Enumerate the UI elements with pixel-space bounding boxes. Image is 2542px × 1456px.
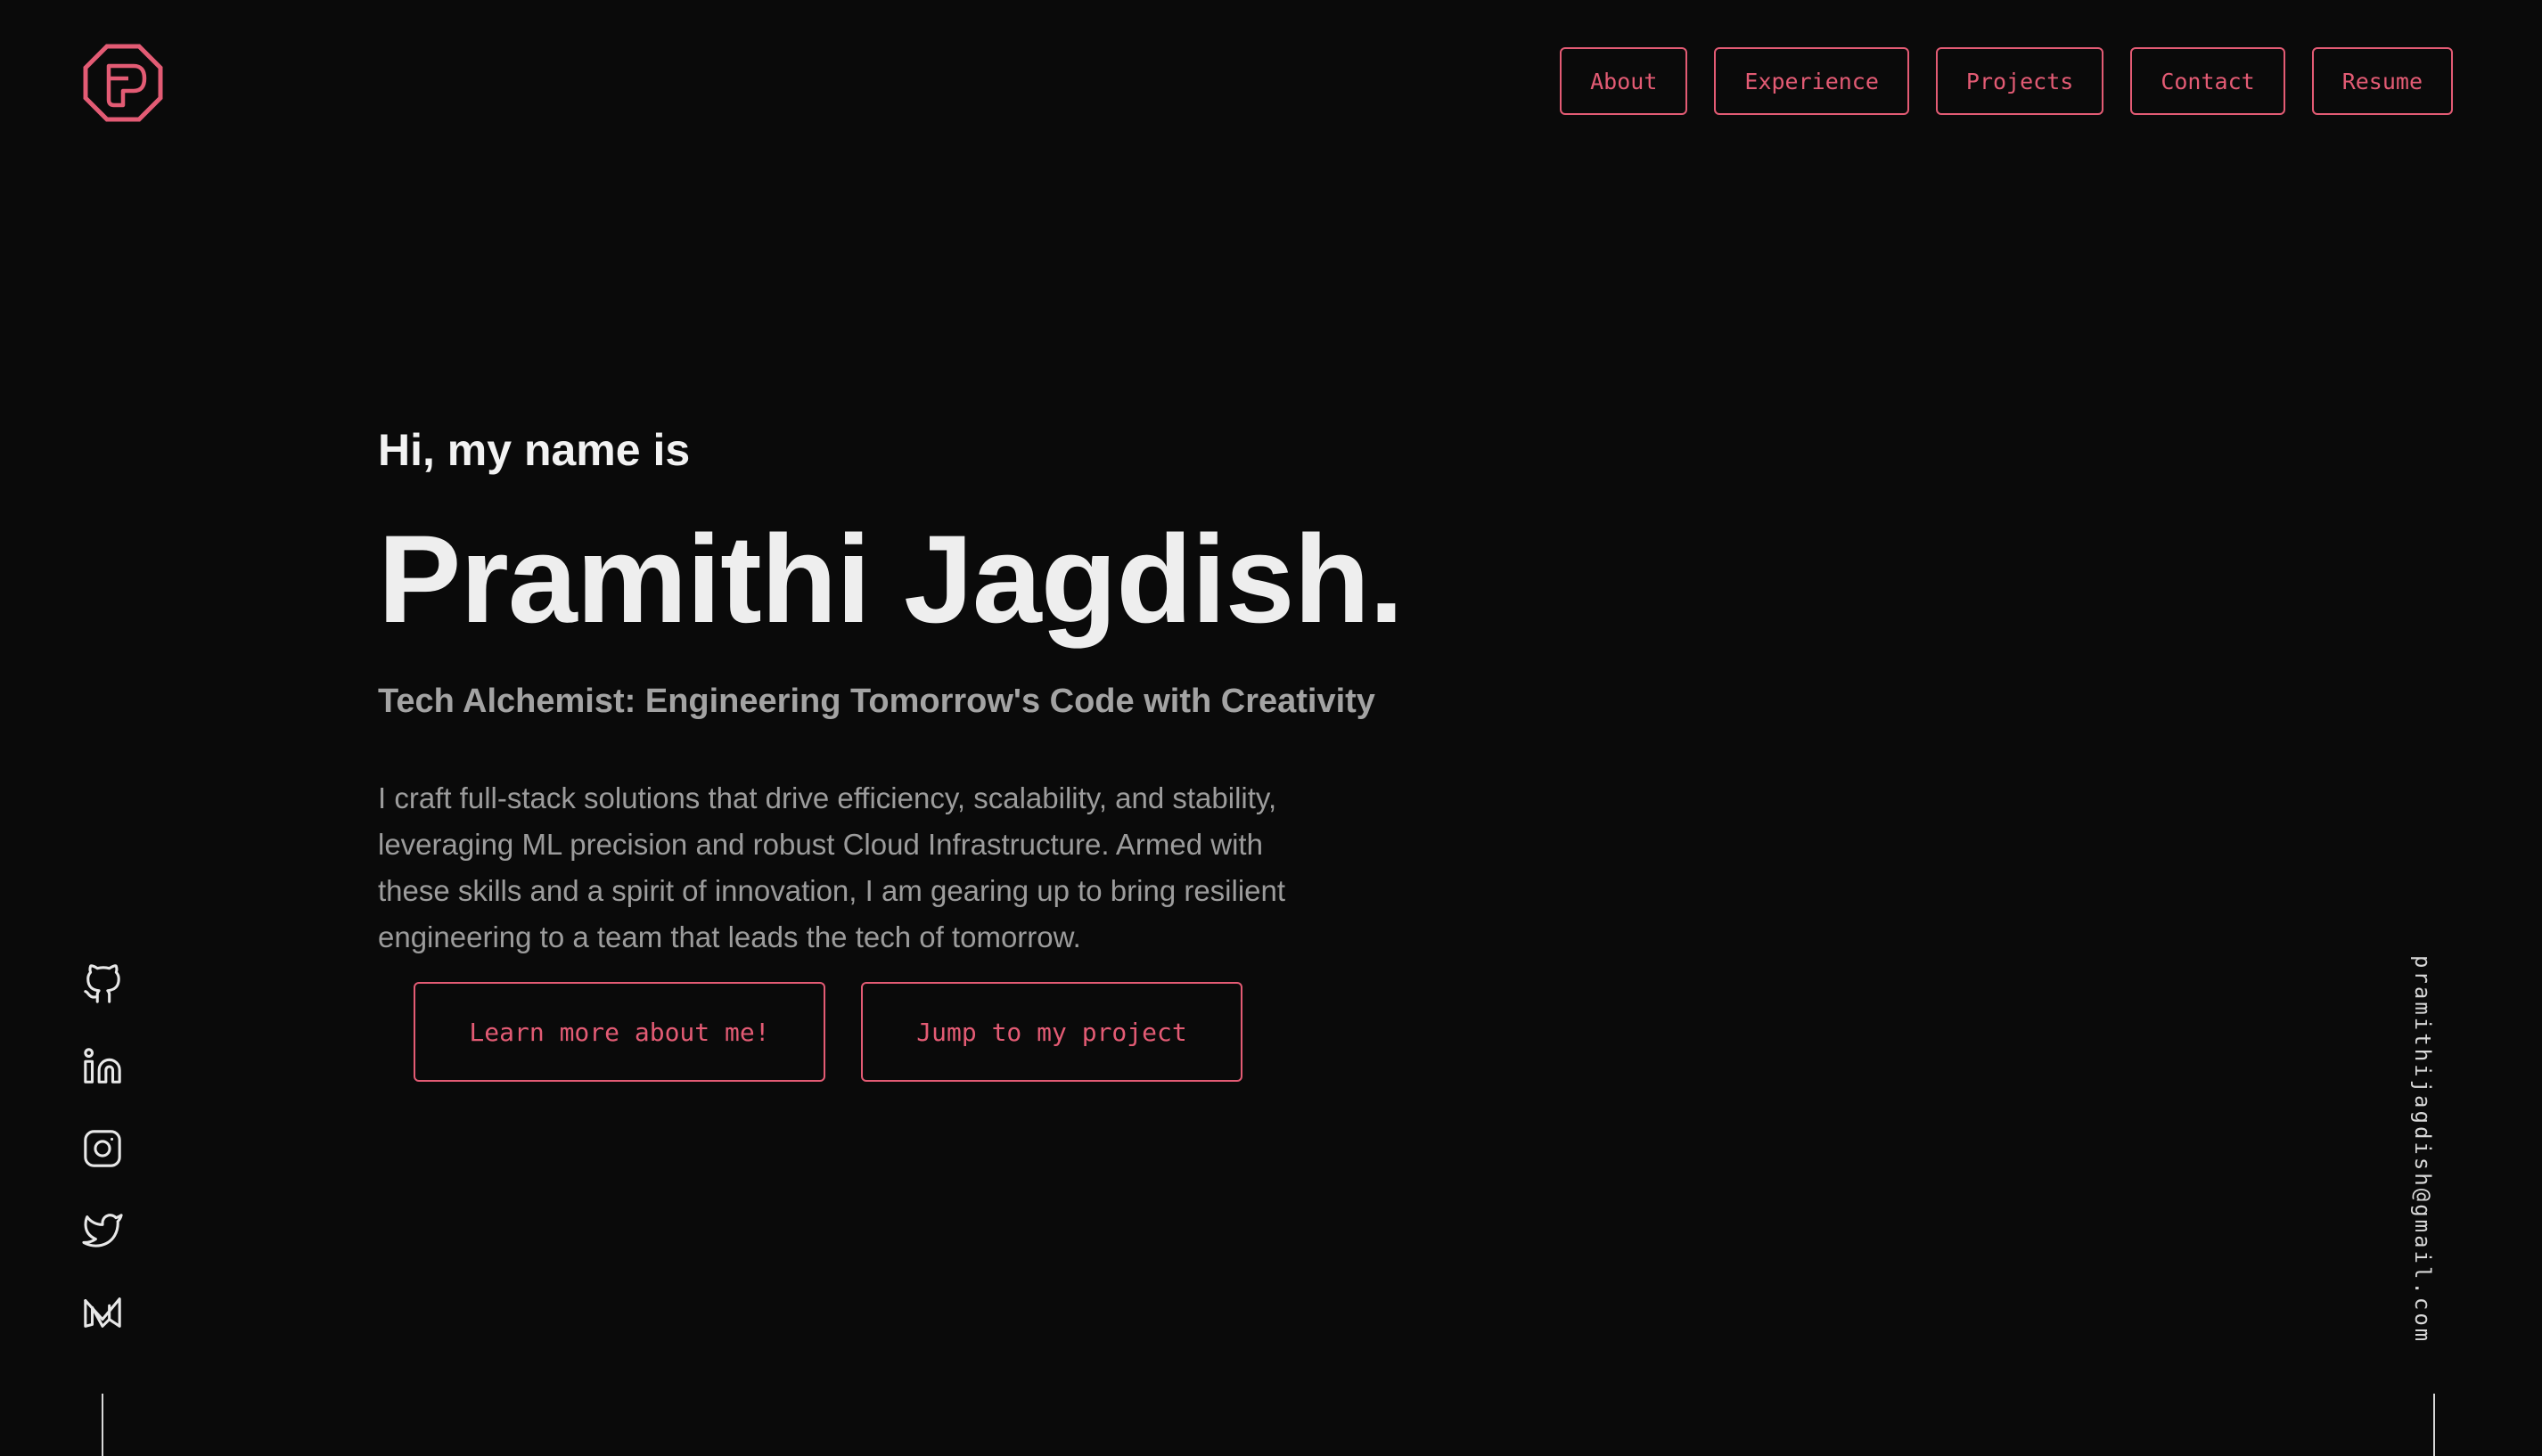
github-icon[interactable] xyxy=(82,964,123,1005)
main-nav: About Experience Projects Contact Resume xyxy=(1560,47,2453,115)
medium-icon[interactable] xyxy=(82,1292,123,1333)
social-links xyxy=(82,964,125,1374)
nav-experience-button[interactable]: Experience xyxy=(1714,47,1909,115)
nav-about-button[interactable]: About xyxy=(1560,47,1688,115)
hero-tagline: Tech Alchemist: Engineering Tomorrow's C… xyxy=(378,683,1375,720)
nav-resume-button[interactable]: Resume xyxy=(2311,47,2453,115)
linkedin-icon[interactable] xyxy=(82,1046,123,1087)
hero-intro: I craft full-stack solutions that drive … xyxy=(378,781,1286,953)
twitter-icon[interactable] xyxy=(82,1210,123,1251)
hero-greeting: Hi, my name is xyxy=(378,425,691,475)
learn-more-button[interactable]: Learn more about me! xyxy=(414,982,825,1082)
nav-contact-button[interactable]: Contact xyxy=(2130,47,2285,115)
left-divider-line xyxy=(102,1394,103,1456)
logo-icon xyxy=(83,44,163,122)
instagram-icon[interactable] xyxy=(82,1128,123,1169)
right-divider-line xyxy=(2433,1394,2435,1456)
hero-section: Hi, my name is Pramithi Jagdish. Tech Al… xyxy=(378,425,1404,953)
logo[interactable] xyxy=(82,43,164,123)
email-link[interactable]: pramithijagdish@gmail.com xyxy=(2410,955,2435,1344)
hero-name: Pramithi Jagdish. xyxy=(378,509,1404,649)
nav-projects-button[interactable]: Projects xyxy=(1935,47,2104,115)
jump-to-project-button[interactable]: Jump to my project xyxy=(861,982,1242,1082)
